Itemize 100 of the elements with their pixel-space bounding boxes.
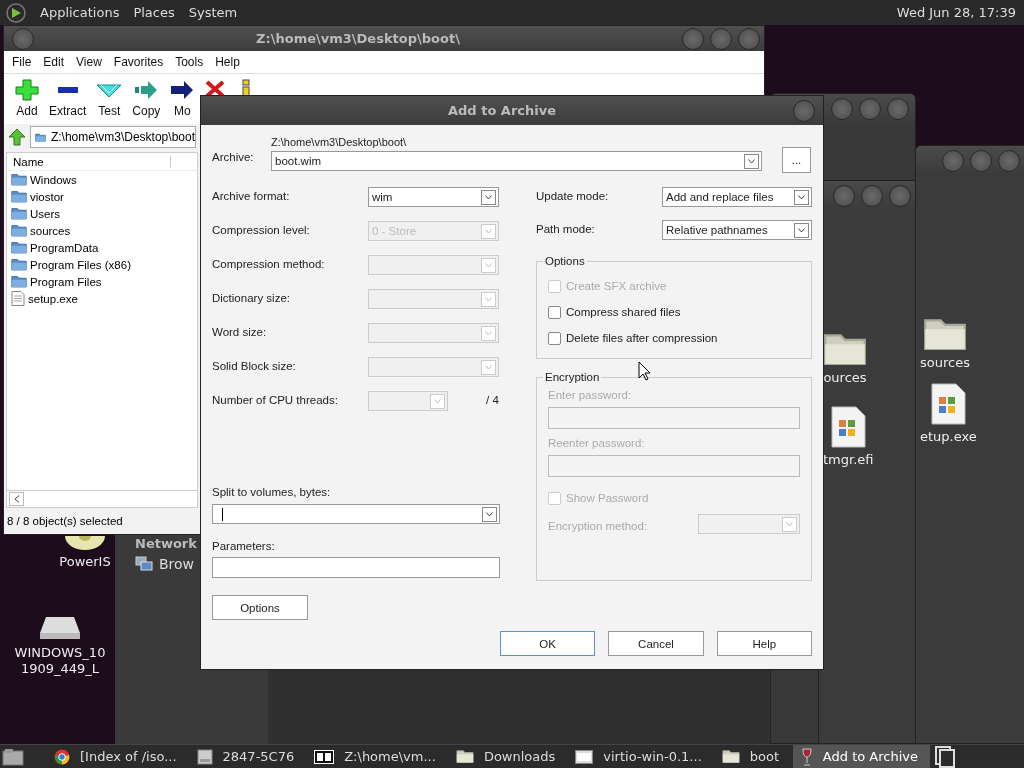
taskbar-item[interactable]: [Index of /iso... bbox=[46, 745, 189, 768]
checkbox-label[interactable]: Delete files after compression bbox=[566, 332, 718, 344]
up-arrow-icon[interactable] bbox=[8, 128, 26, 146]
window-button[interactable] bbox=[831, 98, 853, 120]
archive-path: Z:\home\vm3\Desktop\boot\ bbox=[271, 136, 408, 148]
folder-icon bbox=[11, 224, 27, 237]
menu-item[interactable]: File bbox=[8, 55, 36, 69]
panel-menu[interactable]: Places bbox=[133, 5, 175, 20]
file-row[interactable]: setup.exe bbox=[7, 290, 197, 307]
split-volumes-dropdown[interactable] bbox=[212, 504, 500, 524]
chevron-left-icon[interactable] bbox=[13, 495, 20, 503]
window-button[interactable] bbox=[793, 99, 815, 122]
checkbox[interactable] bbox=[548, 331, 561, 345]
menu-item[interactable]: Edit bbox=[39, 55, 69, 69]
field-label: Compression level: bbox=[212, 223, 311, 236]
toolbar-button[interactable]: Mo bbox=[165, 79, 200, 118]
file-label[interactable]: tmgr.efi bbox=[823, 452, 874, 469]
desktop-icon-label[interactable]: PowerIS bbox=[59, 554, 111, 571]
window-switcher-icon[interactable] bbox=[934, 745, 956, 768]
file-row[interactable]: Program Files bbox=[7, 273, 197, 290]
archive-icon bbox=[314, 749, 335, 764]
file-label[interactable]: sources bbox=[920, 355, 970, 372]
toolbar-button[interactable]: Add bbox=[10, 79, 44, 118]
file-row[interactable]: Program Files (x86) bbox=[7, 256, 197, 273]
browser-icon bbox=[54, 748, 70, 765]
field-label: Reenter password: bbox=[548, 437, 646, 449]
option-dropdown[interactable]: wim bbox=[368, 187, 499, 207]
toolbar-button[interactable]: Test bbox=[91, 79, 128, 118]
chevron-down-icon bbox=[794, 189, 809, 205]
sidebar-item[interactable]: Brow bbox=[135, 556, 195, 572]
file-row[interactable]: Windows bbox=[7, 171, 197, 188]
taskbar-item[interactable]: virtio-win-0.1... bbox=[567, 745, 714, 768]
window-button[interactable] bbox=[738, 27, 760, 50]
taskbar-item[interactable]: Downloads bbox=[447, 745, 568, 768]
window-button[interactable] bbox=[833, 185, 855, 207]
parameters-field[interactable] bbox=[212, 557, 500, 578]
chevron-down-icon bbox=[481, 223, 496, 239]
taskbar-item[interactable]: Add to Archive bbox=[792, 745, 930, 768]
folder-icon bbox=[721, 749, 740, 764]
file-row[interactable]: viostor bbox=[7, 188, 197, 205]
field-label: Parameters: bbox=[212, 540, 276, 552]
scrollbar[interactable] bbox=[7, 490, 197, 507]
taskbar-item[interactable]: 2847-5C76 bbox=[188, 745, 307, 768]
toolbar-button[interactable]: Extract bbox=[44, 79, 92, 118]
file-row[interactable]: Users bbox=[7, 205, 197, 222]
network-icon bbox=[135, 556, 153, 572]
address-field[interactable]: Z:\home\vm3\Desktop\boot bbox=[30, 126, 196, 148]
file-label[interactable]: ources bbox=[823, 370, 867, 387]
file-row[interactable]: sources bbox=[7, 222, 197, 239]
window-button[interactable] bbox=[859, 98, 881, 120]
folder-icon bbox=[11, 190, 27, 203]
archive-name-dropdown[interactable]: boot.wim bbox=[271, 151, 762, 171]
field-label: Word size: bbox=[212, 325, 268, 338]
mode-dropdown[interactable]: Add and replace files bbox=[662, 187, 812, 207]
window-button[interactable] bbox=[710, 27, 732, 50]
menu-item[interactable]: Help bbox=[211, 55, 244, 69]
checkbox-label[interactable]: Compress shared files bbox=[566, 306, 681, 318]
chevron-down-icon bbox=[481, 257, 496, 273]
panel-menu[interactable]: System bbox=[188, 5, 238, 20]
checkbox[interactable] bbox=[548, 305, 561, 319]
window-title: Z:\home\vm3\Desktop\boot\ bbox=[255, 31, 461, 46]
wine-glass-icon bbox=[800, 747, 813, 766]
folder-icon bbox=[11, 241, 27, 254]
taskbar-item[interactable]: boot bbox=[713, 745, 792, 768]
window-button[interactable] bbox=[942, 150, 964, 172]
toolbar-button[interactable]: Copy bbox=[127, 79, 166, 118]
drive-icon bbox=[38, 615, 82, 641]
menu-item[interactable]: View bbox=[72, 55, 106, 69]
chevron-down-icon bbox=[482, 506, 497, 522]
window-button[interactable] bbox=[682, 27, 704, 50]
window-button[interactable] bbox=[970, 150, 992, 172]
dialog-button[interactable]: Help bbox=[716, 631, 812, 656]
dialog-button[interactable]: Cancel bbox=[608, 631, 704, 656]
field-label: Update mode: bbox=[536, 189, 610, 202]
folder-icon bbox=[823, 331, 867, 367]
window-button[interactable] bbox=[889, 185, 911, 207]
plus-icon bbox=[15, 79, 39, 101]
options-button[interactable]: Options bbox=[212, 595, 308, 620]
menu-item[interactable]: Favorites bbox=[109, 55, 168, 69]
folder-icon bbox=[11, 173, 27, 186]
taskbar-item[interactable]: Z:\home\vm... bbox=[306, 745, 448, 768]
logo-icon[interactable] bbox=[6, 2, 26, 23]
folder-icon bbox=[455, 749, 474, 764]
window-button[interactable] bbox=[887, 98, 909, 120]
file-row[interactable]: ProgramData bbox=[7, 239, 197, 256]
panel-menu[interactable]: Applications bbox=[40, 5, 120, 20]
browse-button[interactable]: ... bbox=[782, 147, 811, 173]
window-button[interactable] bbox=[861, 185, 883, 207]
menu-item[interactable]: Tools bbox=[171, 55, 208, 69]
dialog-title: Add to Archive bbox=[446, 103, 558, 118]
mode-dropdown[interactable]: Relative pathnames bbox=[662, 220, 812, 240]
dialog-button[interactable]: OK bbox=[500, 631, 596, 656]
column-header[interactable]: Name bbox=[13, 155, 171, 168]
file-label[interactable]: etup.exe bbox=[920, 429, 977, 446]
window-icon bbox=[575, 749, 594, 764]
window-button[interactable] bbox=[998, 150, 1020, 172]
field-label: Encryption method: bbox=[548, 518, 649, 532]
desktop-icon-label[interactable]: WINDOWS_10 1909_449_L bbox=[14, 645, 106, 678]
chevron-down-icon bbox=[481, 291, 496, 307]
show-desktop-icon[interactable] bbox=[2, 747, 24, 766]
